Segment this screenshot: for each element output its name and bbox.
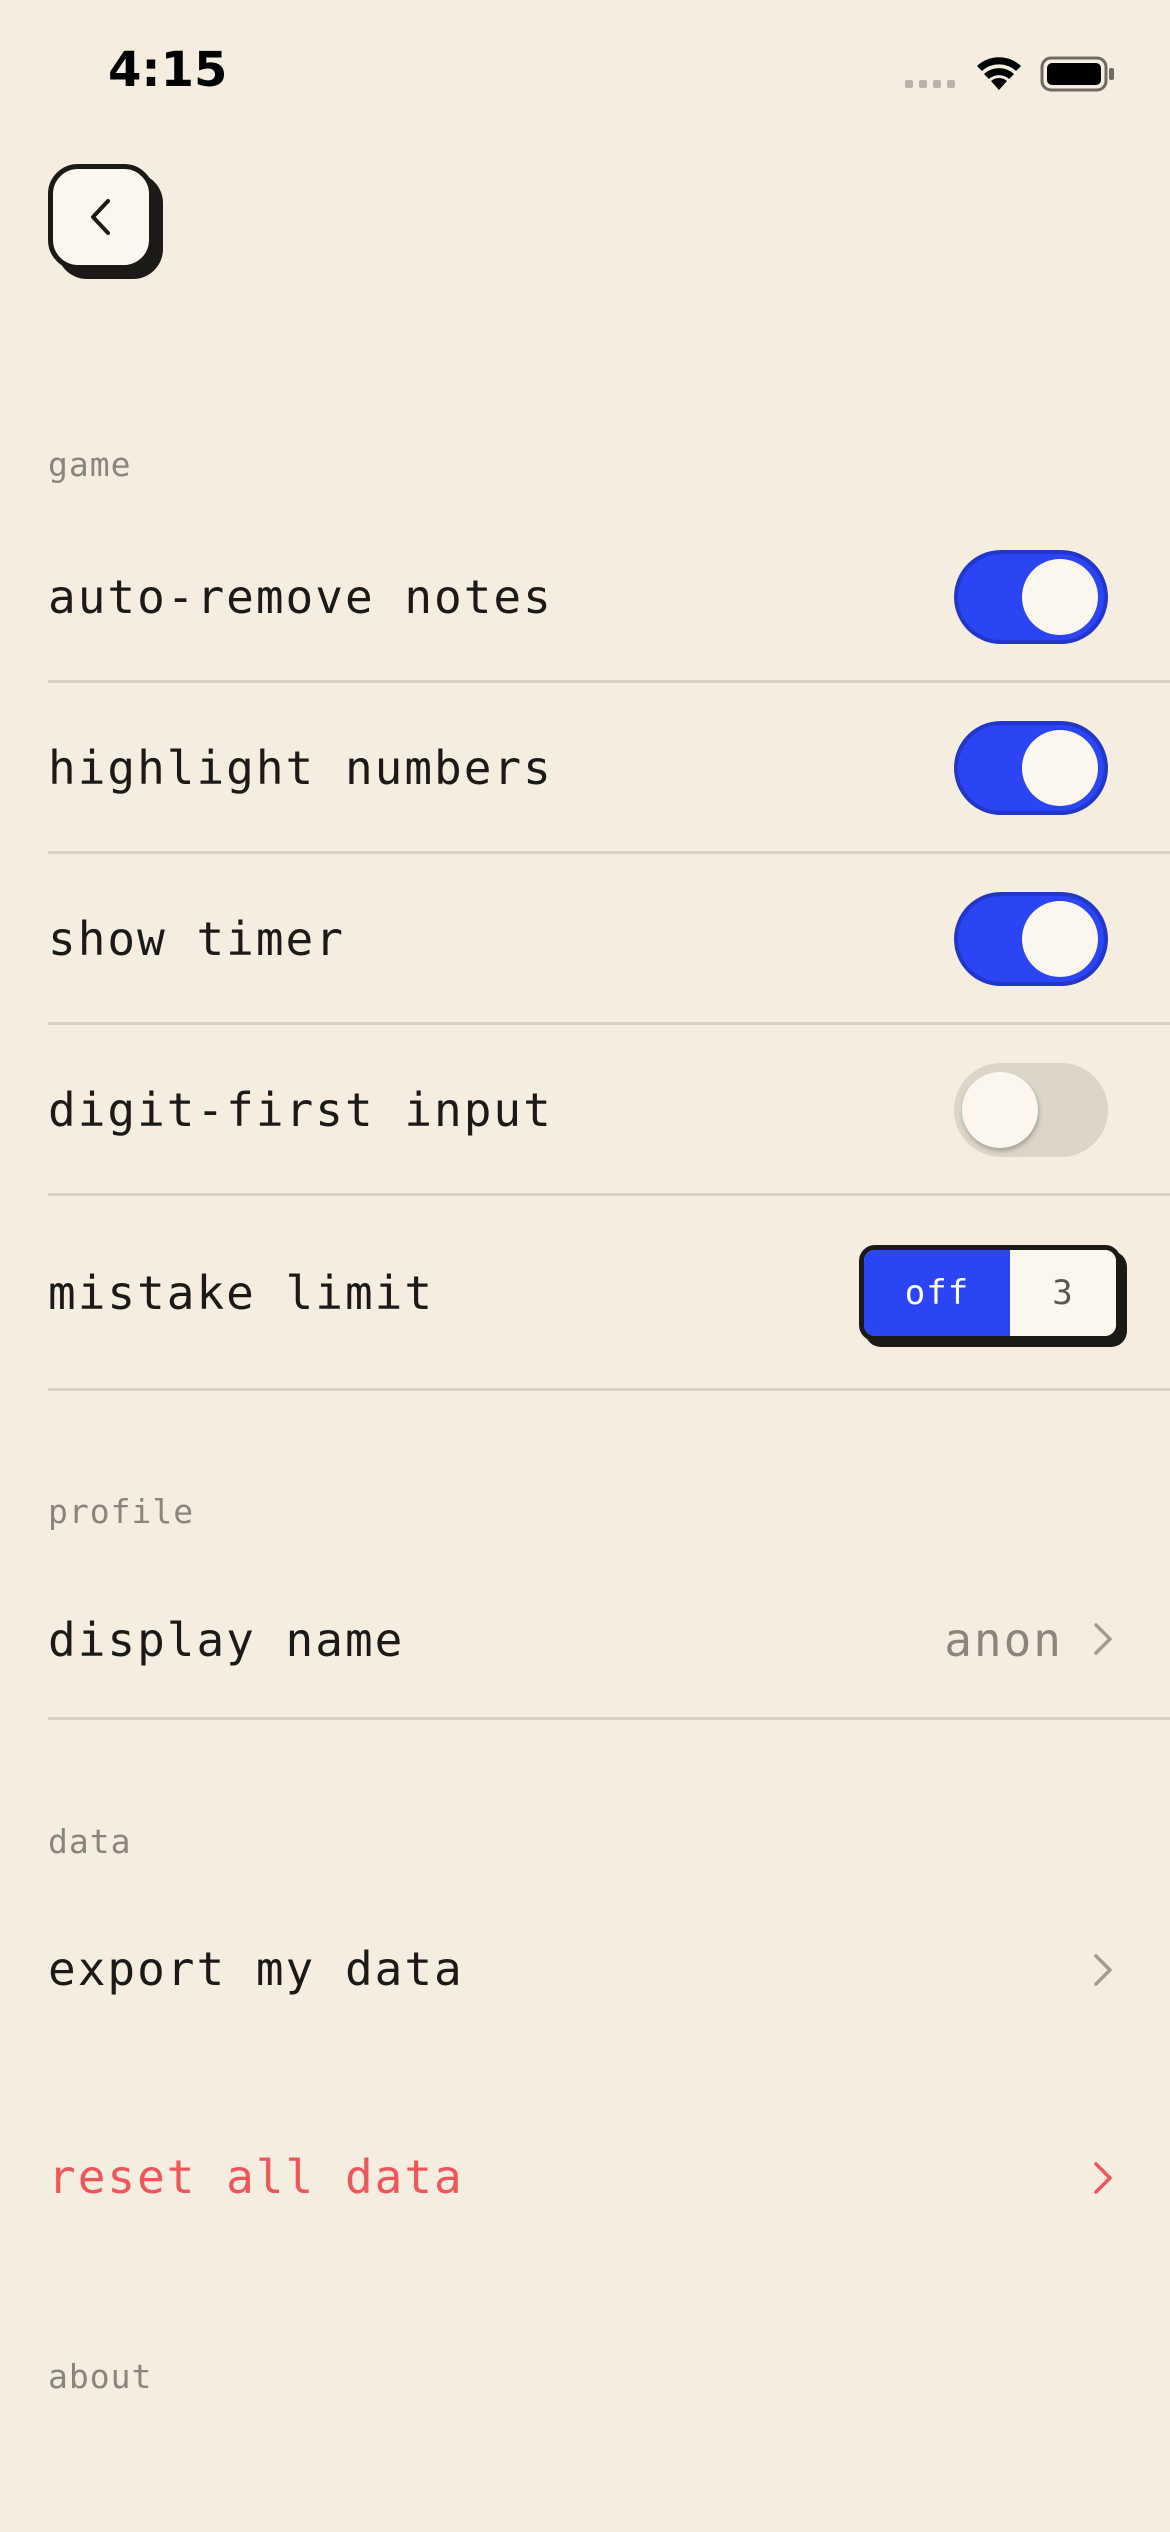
- digit-first-input-toggle[interactable]: [954, 1063, 1108, 1157]
- toggle-knob: [1022, 730, 1098, 806]
- display-name-value: anon: [944, 1613, 1063, 1667]
- setting-label: display name: [48, 1613, 405, 1667]
- setting-label: digit-first input: [48, 1083, 553, 1137]
- chevron-left-icon: [91, 199, 110, 235]
- setting-label: show timer: [48, 912, 345, 966]
- mistake-limit-segmented-control: off 3: [859, 1245, 1121, 1341]
- setting-row-export-my-data[interactable]: export my data: [48, 1900, 1170, 2040]
- back-button[interactable]: [48, 164, 154, 270]
- chevron-right-icon: [1094, 2162, 1112, 2194]
- mistake-limit-option-3[interactable]: 3: [1010, 1250, 1116, 1336]
- setting-row-display-name[interactable]: display name anon: [48, 1562, 1170, 1720]
- section-label-profile: profile: [48, 1492, 195, 1531]
- reset-all-data-label: reset all data: [48, 2150, 464, 2204]
- setting-row-auto-remove-notes: auto-remove notes: [48, 512, 1170, 683]
- setting-row-digit-first-input: digit-first input: [48, 1025, 1170, 1196]
- signal-icon: [905, 80, 955, 88]
- setting-row-show-timer: show timer: [48, 854, 1170, 1025]
- setting-label: mistake limit: [48, 1266, 435, 1320]
- battery-icon: [1040, 56, 1114, 92]
- auto-remove-notes-toggle[interactable]: [954, 550, 1108, 644]
- setting-row-mistake-limit: mistake limit off 3: [48, 1196, 1170, 1391]
- wifi-icon: [977, 57, 1021, 90]
- setting-row-highlight-numbers: highlight numbers: [48, 683, 1170, 854]
- section-label-game: game: [48, 445, 132, 484]
- setting-label: highlight numbers: [48, 741, 553, 795]
- show-timer-toggle[interactable]: [954, 892, 1108, 986]
- section-label-about: about: [48, 2357, 153, 2396]
- setting-label: export my data: [48, 1942, 464, 1996]
- toggle-knob: [962, 1072, 1038, 1148]
- status-time: 4:15: [108, 42, 228, 98]
- setting-label: auto-remove notes: [48, 570, 553, 624]
- toggle-knob: [1022, 559, 1098, 635]
- mistake-limit-option-off[interactable]: off: [864, 1250, 1010, 1336]
- chevron-right-icon: [1094, 1623, 1112, 1655]
- highlight-numbers-toggle[interactable]: [954, 721, 1108, 815]
- status-bar: 4:15: [0, 0, 1170, 150]
- setting-row-reset-all-data[interactable]: reset all data: [48, 2108, 1170, 2248]
- chevron-right-icon: [1094, 1954, 1112, 1986]
- toggle-knob: [1022, 901, 1098, 977]
- section-label-data: data: [48, 1822, 132, 1861]
